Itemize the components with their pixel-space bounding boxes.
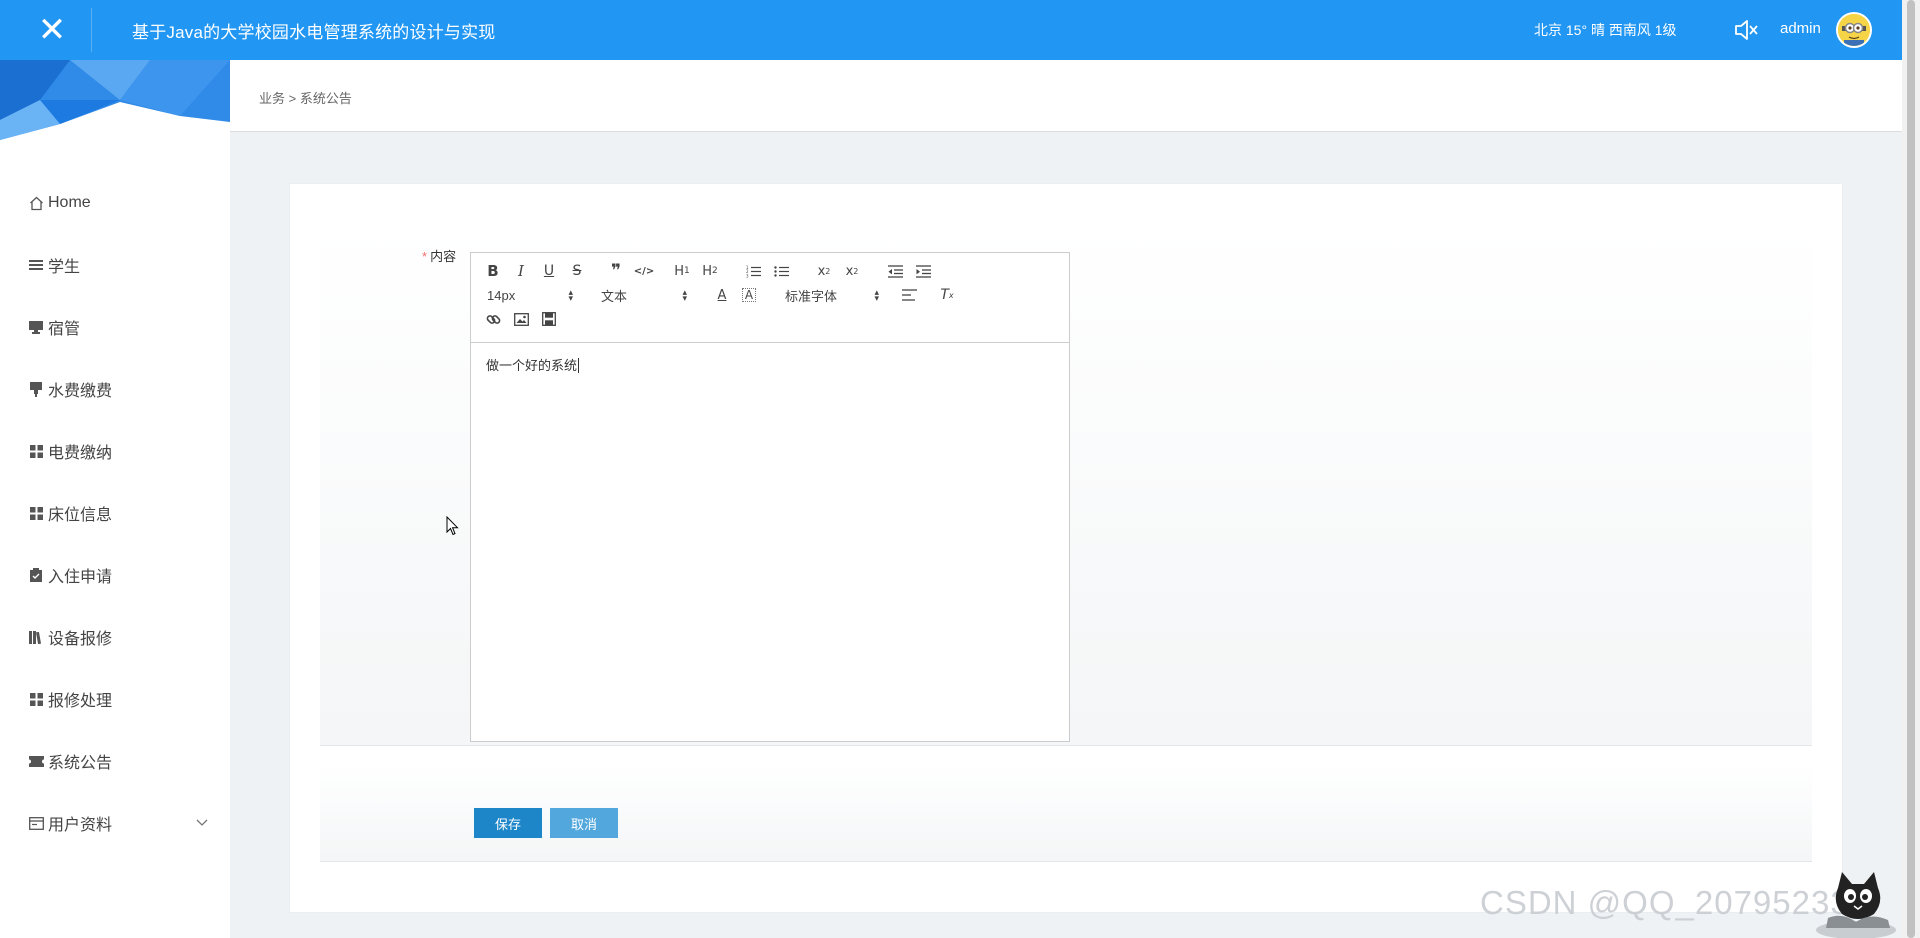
- sidebar-item-students[interactable]: 学生: [0, 234, 230, 296]
- list-icon: [28, 257, 44, 273]
- monitor-icon: [28, 319, 44, 335]
- sidebar-item-repair-handling[interactable]: 报修处理: [0, 668, 230, 730]
- align-icon[interactable]: [899, 285, 919, 305]
- font-size-value: 14px: [487, 287, 516, 303]
- image-icon[interactable]: [511, 309, 531, 329]
- sidebar-item-label: 入住申请: [48, 569, 113, 586]
- italic-icon[interactable]: I: [511, 261, 531, 281]
- grid-icon: [28, 691, 44, 707]
- mute-icon[interactable]: [1732, 16, 1760, 44]
- heading1-icon[interactable]: H1: [672, 261, 692, 281]
- sidebar-item-electricity-fee[interactable]: 电费缴纳: [0, 420, 230, 482]
- sidebar-item-label: Home: [48, 194, 91, 211]
- heading2-icon[interactable]: H2: [700, 261, 720, 281]
- required-mark: *: [422, 249, 428, 264]
- grid-icon: [28, 505, 44, 521]
- sidebar-item-label: 设备报修: [48, 631, 113, 648]
- sidebar-item-label: 报修处理: [48, 693, 113, 710]
- sidebar-item-water-fee[interactable]: 水费缴费: [0, 358, 230, 420]
- rich-text-editor: B I U S ❞ </> H1 H2 123 x2 x2 14px ▴ ▾ 文本 ▴…: [470, 252, 1070, 742]
- username[interactable]: admin: [1780, 20, 1821, 37]
- sidebar-item-home[interactable]: Home: [0, 172, 230, 234]
- link-icon[interactable]: [483, 309, 503, 329]
- blockquote-icon[interactable]: ❞: [606, 261, 626, 281]
- ordered-list-icon[interactable]: 123: [743, 261, 763, 281]
- sidebar-item-bed-info[interactable]: 床位信息: [0, 482, 230, 544]
- tap-icon: [28, 381, 44, 397]
- font-family-value: 标准字体: [785, 288, 838, 304]
- grid-icon: [28, 443, 44, 459]
- cat-mascot-icon: [1816, 872, 1896, 938]
- bullet-list-icon[interactable]: [771, 261, 791, 281]
- cancel-button[interactable]: 取消: [550, 808, 618, 838]
- bold-icon[interactable]: B: [483, 261, 503, 281]
- ticket-icon: [28, 753, 44, 769]
- top-bar: ✕ 基于Java的大学校园水电管理系统的设计与实现 北京 15° 晴 西南风 1…: [0, 0, 1902, 60]
- text-caret: [578, 358, 580, 373]
- code-icon[interactable]: </>: [634, 261, 654, 281]
- sidebar-item-label: 学生: [48, 259, 81, 276]
- clear-format-icon[interactable]: Tx: [937, 285, 957, 305]
- sidebar-menu: Home 学生 宿管 水费缴费 电费缴纳 床位信息 入住申请 设备报修 报修处理…: [0, 172, 230, 854]
- sidebar-item-user-profile[interactable]: 用户资料: [0, 792, 230, 854]
- font-family-select[interactable]: 标准字体 ▴ ▾: [785, 285, 879, 305]
- close-menu-button[interactable]: ✕: [0, 0, 104, 60]
- content-label-text: 内容: [430, 249, 457, 264]
- sidebar-item-label: 用户资料: [48, 817, 113, 834]
- sidebar-item-label: 系统公告: [48, 755, 113, 772]
- svg-text:3: 3: [746, 273, 749, 278]
- sidebar-item-label: 宿管: [48, 321, 81, 338]
- page-scrollbar[interactable]: [1902, 0, 1920, 938]
- app-title: 基于Java的大学校园水电管理系统的设计与实现: [132, 23, 496, 42]
- clipboard-icon: [28, 567, 44, 583]
- sidebar-banner: [0, 60, 230, 140]
- superscript-icon[interactable]: x2: [842, 261, 862, 281]
- weather-info: 北京 15° 晴 西南风 1级: [1534, 22, 1677, 38]
- video-icon[interactable]: [539, 309, 559, 329]
- select-arrows-icon: ▴ ▾: [682, 287, 687, 303]
- form-actions: [320, 764, 1812, 862]
- indent-icon[interactable]: [913, 261, 933, 281]
- select-arrows-icon: ▴ ▾: [874, 287, 879, 303]
- breadcrumb: 业务 > 系统公告: [259, 91, 352, 106]
- sidebar-item-label: 床位信息: [48, 507, 113, 524]
- paragraph-select[interactable]: 文本 ▴ ▾: [601, 285, 687, 305]
- card-icon: [28, 815, 44, 831]
- sidebar-item-label: 电费缴纳: [48, 445, 113, 462]
- save-button[interactable]: 保存: [474, 808, 542, 838]
- underline-icon[interactable]: U: [539, 261, 559, 281]
- sidebar-item-label: 水费缴费: [48, 383, 113, 400]
- editor-toolbar: B I U S ❞ </> H1 H2 123 x2 x2 14px ▴ ▾ 文本 ▴…: [471, 253, 1069, 343]
- subscript-icon[interactable]: x2: [814, 261, 834, 281]
- font-size-select[interactable]: 14px ▴ ▾: [487, 285, 573, 305]
- sidebar-item-announcements[interactable]: 系统公告: [0, 730, 230, 792]
- avatar[interactable]: [1836, 12, 1872, 48]
- font-color-icon[interactable]: A: [712, 285, 732, 305]
- close-icon: ✕: [37, 11, 67, 49]
- sidebar-item-equipment-repair[interactable]: 设备报修: [0, 606, 230, 668]
- sidebar: Home 学生 宿管 水费缴费 电费缴纳 床位信息 入住申请 设备报修 报修处理…: [0, 60, 230, 938]
- editor-text: 做一个好的系统: [486, 358, 578, 373]
- sidebar-item-dorm-managers[interactable]: 宿管: [0, 296, 230, 358]
- content-label: * 内容: [422, 246, 456, 265]
- editor-content-area[interactable]: 做一个好的系统: [471, 343, 1069, 741]
- scrollbar-thumb[interactable]: [1907, 0, 1915, 938]
- books-icon: [28, 629, 44, 645]
- strikethrough-icon[interactable]: S: [567, 261, 587, 281]
- paragraph-value: 文本: [601, 288, 628, 304]
- background-color-icon[interactable]: A: [742, 288, 756, 302]
- home-icon: [28, 195, 44, 211]
- breadcrumb-bar: 业务 > 系统公告: [230, 60, 1902, 132]
- mouse-cursor-icon: [446, 516, 459, 536]
- select-arrows-icon: ▴ ▾: [568, 287, 573, 303]
- sidebar-item-checkin-application[interactable]: 入住申请: [0, 544, 230, 606]
- chevron-down-icon[interactable]: [196, 816, 208, 830]
- outdent-icon[interactable]: [885, 261, 905, 281]
